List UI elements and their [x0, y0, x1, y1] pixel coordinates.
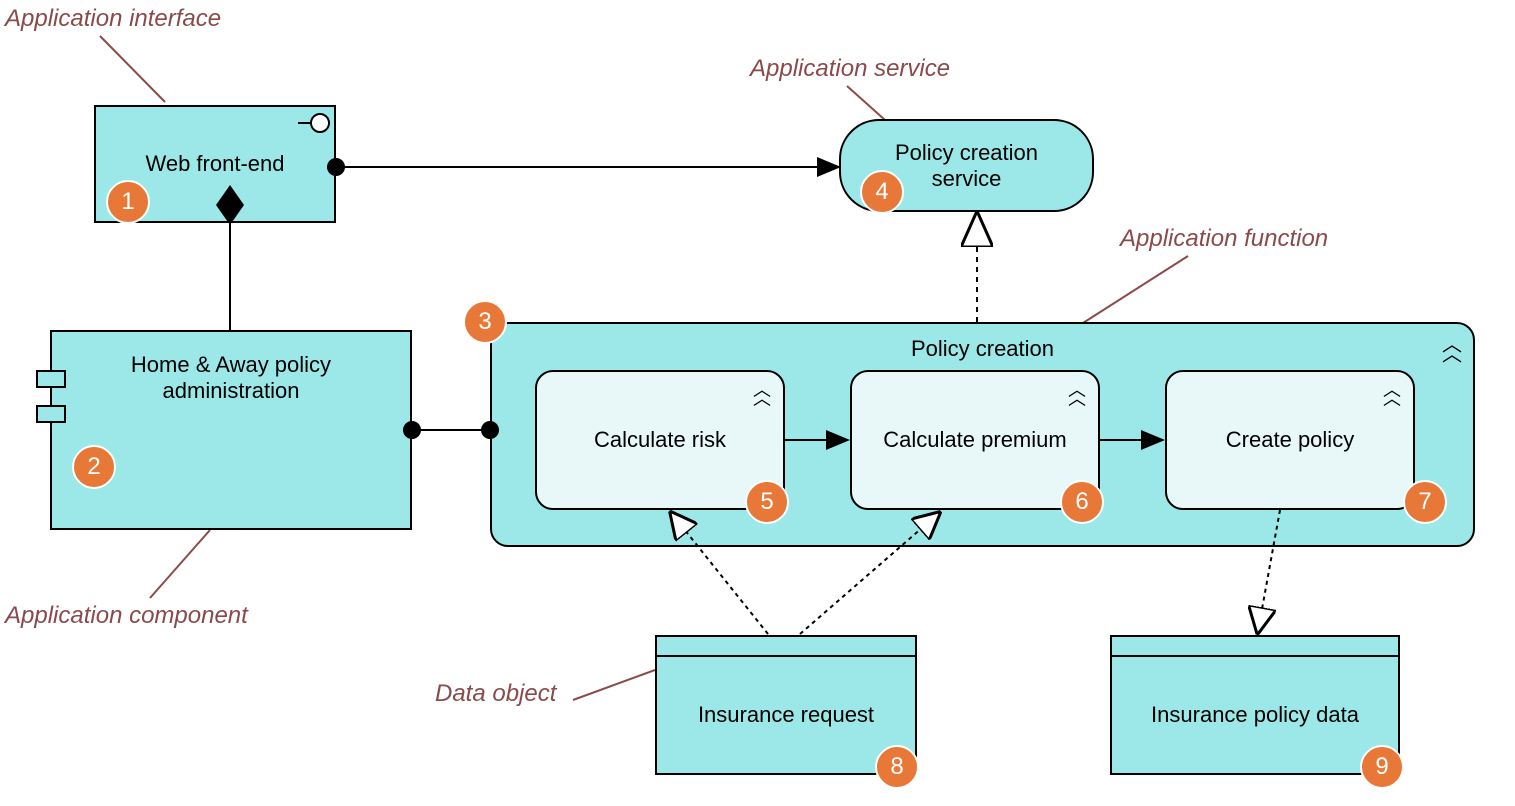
- element-web-frontend-label: Web front-end: [115, 151, 314, 177]
- element-insurance-request: Insurance request: [655, 635, 917, 775]
- element-home-away-policy-label: Home & Away policy administration: [72, 352, 390, 404]
- component-notch-1: [36, 370, 66, 388]
- element-calculate-premium: Calculate premium: [850, 370, 1100, 510]
- chevron-icon: ︿︿: [1068, 386, 1086, 404]
- component-notch-2: [36, 405, 66, 423]
- element-create-policy-label: Create policy: [1196, 427, 1384, 453]
- label-data-object: Data object: [435, 680, 556, 708]
- label-app-component: Application component: [5, 602, 248, 630]
- element-calculate-premium-label: Calculate premium: [853, 427, 1096, 453]
- element-home-away-policy: Home & Away policy administration: [50, 330, 412, 530]
- element-create-policy: Create policy: [1165, 370, 1415, 510]
- label-app-interface: Application interface: [5, 5, 221, 33]
- element-calculate-risk: Calculate risk: [535, 370, 785, 510]
- label-app-service: Application service: [750, 55, 950, 83]
- label-app-function: Application function: [1120, 225, 1328, 253]
- data-box-header: [1112, 637, 1398, 657]
- element-insurance-request-label: Insurance request: [657, 657, 915, 773]
- data-box-header: [657, 637, 915, 657]
- element-calculate-risk-label: Calculate risk: [564, 427, 756, 453]
- element-insurance-policy-data-label: Insurance policy data: [1112, 657, 1398, 773]
- marker-1: 1: [106, 180, 150, 224]
- element-insurance-policy-data: Insurance policy data: [1110, 635, 1400, 775]
- element-policy-creation-label: Policy creation: [492, 336, 1473, 362]
- lollipop-icon: [310, 113, 330, 133]
- chevron-icon: ︿︿: [1383, 386, 1401, 404]
- chevron-icon: ︿︿: [1442, 340, 1460, 360]
- marker-2: 2: [72, 445, 116, 489]
- marker-3: 3: [463, 300, 507, 344]
- chevron-icon: ︿︿: [753, 386, 771, 404]
